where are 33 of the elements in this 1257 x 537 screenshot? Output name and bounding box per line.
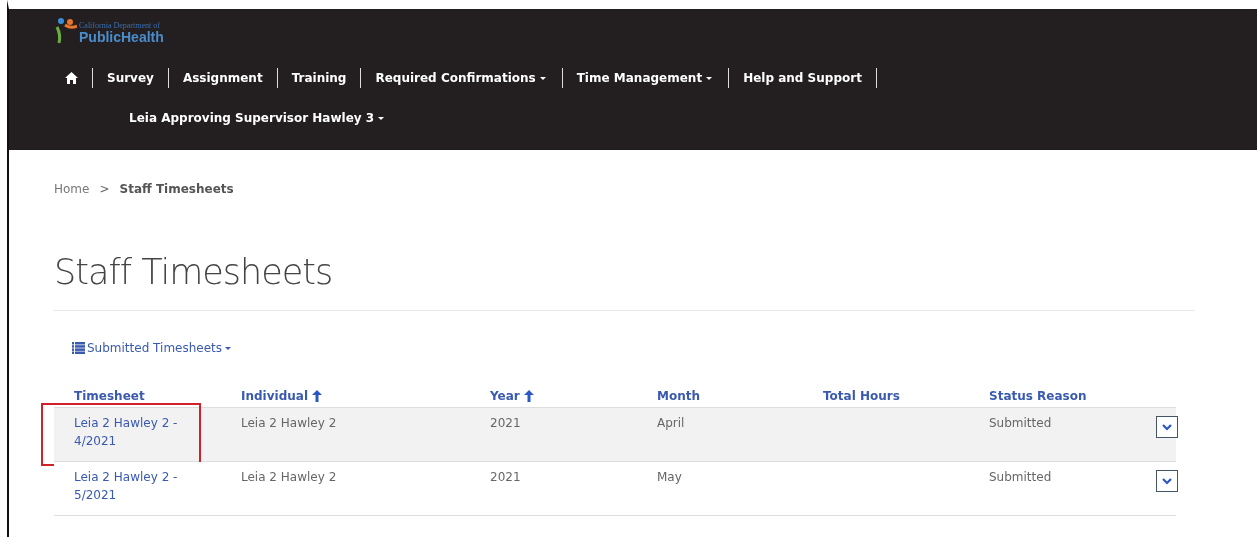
nav-link[interactable]: Time Management — [576, 71, 715, 85]
timesheet-link[interactable]: Leia 2 Hawley 2 - 4/2021 — [74, 414, 194, 450]
up-arrow-icon — [312, 390, 322, 402]
nav-link[interactable]: Required Confirmations — [375, 71, 548, 85]
cell-text: Submitted — [989, 470, 1052, 484]
home-icon[interactable] — [65, 72, 78, 84]
chevron-down-icon — [1162, 423, 1172, 431]
page-title: Staff Timesheets — [54, 251, 334, 294]
logo-title: PublicHealth — [79, 29, 164, 44]
nav-link[interactable]: Training — [291, 71, 347, 85]
view-selector[interactable]: Submitted Timesheets — [72, 341, 233, 355]
up-arrow-icon — [523, 390, 534, 402]
nav-link[interactable]: Survey — [107, 71, 154, 85]
list-icon — [72, 342, 85, 354]
cell-text: May — [657, 470, 682, 484]
row-menu-button[interactable] — [1156, 470, 1178, 492]
cell-text: Submitted — [989, 416, 1052, 430]
breadcrumb-link[interactable]: Home — [54, 182, 90, 196]
nav-link[interactable]: Help and Support — [743, 71, 862, 85]
nav-link[interactable]: Assignment — [182, 71, 263, 85]
logo-subtitle: California Department of — [79, 20, 161, 30]
user-menu[interactable]: Leia Approving Supervisor Hawley 3 — [129, 111, 1257, 125]
timesheet-link[interactable]: Leia 2 Hawley 2 - 5/2021 — [74, 468, 194, 504]
row-menu-button[interactable] — [1156, 416, 1178, 438]
breadcrumb-link[interactable]: Staff Timesheets — [119, 182, 234, 196]
breadcrumb-separator: > — [99, 182, 110, 196]
chevron-down-icon — [1162, 477, 1172, 485]
cell-text: 2021 — [490, 470, 521, 484]
cell-text: Leia 2 Hawley 2 — [241, 470, 337, 484]
cell-text: 2021 — [490, 416, 521, 430]
cell-text: April — [657, 416, 685, 430]
caret-icon — [224, 345, 233, 351]
cell-text: Leia 2 Hawley 2 — [241, 416, 337, 430]
